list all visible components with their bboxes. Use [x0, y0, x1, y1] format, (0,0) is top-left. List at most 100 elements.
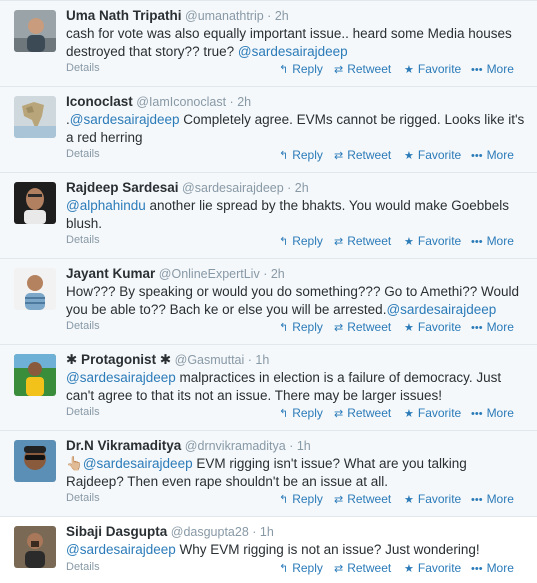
star-icon: ★: [404, 64, 414, 76]
tweet-header: Jayant Kumar @OnlineExpertLiv · 2h: [66, 266, 285, 281]
favorite-button[interactable]: ★ Favorite: [404, 62, 461, 76]
author-name[interactable]: Jayant Kumar: [66, 266, 155, 281]
tweet-item[interactable]: Sibaji Dasgupta @dasgupta28 · 1h @sardesa…: [0, 517, 537, 583]
avatar[interactable]: [14, 10, 56, 52]
mention-link[interactable]: @alphahindu: [66, 198, 146, 213]
reply-arrow-icon: ↰: [279, 408, 289, 420]
retweet-button[interactable]: ⇄ Retweet: [334, 492, 391, 506]
star-icon: ★: [404, 236, 414, 248]
author-username[interactable]: @drnvikramaditya: [185, 439, 286, 453]
author-username[interactable]: @dasgupta28: [171, 525, 249, 539]
favorite-button[interactable]: ★ Favorite: [404, 406, 461, 420]
retweet-button[interactable]: ⇄ Retweet: [334, 320, 391, 334]
author-name[interactable]: Sibaji Dasgupta: [66, 524, 167, 539]
details-link[interactable]: Details: [66, 234, 100, 246]
tweet-item[interactable]: ✱ Protagonist ✱ @Gasmuttai · 1h @sardesai…: [0, 345, 537, 431]
avatar[interactable]: [14, 268, 56, 310]
favorite-button[interactable]: ★ Favorite: [404, 320, 461, 334]
author-username[interactable]: @OnlineExpertLiv: [159, 267, 260, 281]
tweet-timestamp[interactable]: 2h: [295, 181, 309, 195]
tweet-footer: Details ↰ Reply ⇄ Retweet ★ Favorite ••• More: [0, 406, 537, 422]
retweet-button[interactable]: ⇄ Retweet: [334, 62, 391, 76]
tweet-timestamp[interactable]: 2h: [237, 95, 251, 109]
author-username[interactable]: @umanathtrip: [185, 9, 264, 23]
tweet-item[interactable]: Uma Nath Tripathi @umanathtrip · 2h cash …: [0, 1, 537, 87]
details-link[interactable]: Details: [66, 492, 100, 504]
tweet-footer: Details ↰ Reply ⇄ Retweet ★ Favorite ••• More: [0, 148, 537, 164]
more-button[interactable]: ••• More: [471, 148, 514, 162]
retweet-label: Retweet: [347, 561, 392, 575]
more-label: More: [486, 320, 514, 334]
reply-button[interactable]: ↰ Reply: [279, 406, 323, 420]
reply-button[interactable]: ↰ Reply: [279, 62, 323, 76]
avatar[interactable]: [14, 182, 56, 224]
retweet-arrows-icon: ⇄: [334, 322, 344, 334]
tweet-timestamp[interactable]: 1h: [260, 525, 274, 539]
favorite-label: Favorite: [417, 148, 462, 162]
author-username[interactable]: @sardesairajdeep: [182, 181, 284, 195]
details-link[interactable]: Details: [66, 148, 100, 160]
favorite-button[interactable]: ★ Favorite: [404, 561, 461, 575]
details-link[interactable]: Details: [66, 406, 100, 418]
tweet-timestamp[interactable]: 2h: [275, 9, 289, 23]
author-username[interactable]: @Gasmuttai: [175, 353, 245, 367]
avatar[interactable]: [14, 96, 56, 138]
reply-label: Reply: [292, 492, 323, 506]
tweet-timestamp[interactable]: 1h: [255, 353, 269, 367]
more-button[interactable]: ••• More: [471, 62, 514, 76]
reply-button[interactable]: ↰ Reply: [279, 561, 323, 575]
avatar[interactable]: [14, 354, 56, 396]
tweet-item[interactable]: Iconoclast @IamIconoclast · 2h .@sardesai…: [0, 87, 537, 173]
favorite-button[interactable]: ★ Favorite: [404, 234, 461, 248]
favorite-button[interactable]: ★ Favorite: [404, 492, 461, 506]
more-label: More: [486, 406, 514, 420]
mention-link[interactable]: @sardesairajdeep: [238, 44, 348, 59]
author-name[interactable]: Dr.N Vikramaditya: [66, 438, 181, 453]
reply-label: Reply: [292, 406, 323, 420]
tweet-text: 👆🏼@sardesairajdeep EVM rigging isn't iss…: [66, 455, 528, 490]
reply-button[interactable]: ↰ Reply: [279, 492, 323, 506]
details-link[interactable]: Details: [66, 320, 100, 332]
favorite-label: Favorite: [417, 234, 462, 248]
tweet-footer: Details ↰ Reply ⇄ Retweet ★ Favorite ••• More: [0, 492, 537, 508]
more-button[interactable]: ••• More: [471, 234, 514, 248]
reply-button[interactable]: ↰ Reply: [279, 234, 323, 248]
mention-link[interactable]: @sardesairajdeep: [66, 370, 176, 385]
reply-button[interactable]: ↰ Reply: [279, 148, 323, 162]
mention-link[interactable]: @sardesairajdeep: [70, 112, 180, 127]
header-separator: ·: [248, 525, 260, 539]
mention-link[interactable]: @sardesairajdeep: [83, 456, 193, 471]
retweet-button[interactable]: ⇄ Retweet: [334, 406, 391, 420]
favorite-label: Favorite: [417, 320, 462, 334]
more-button[interactable]: ••• More: [471, 561, 514, 575]
tweet-item[interactable]: Jayant Kumar @OnlineExpertLiv · 2h How???…: [0, 259, 537, 345]
star-icon: ★: [404, 322, 414, 334]
author-username[interactable]: @IamIconoclast: [136, 95, 226, 109]
retweet-button[interactable]: ⇄ Retweet: [334, 561, 391, 575]
retweet-label: Retweet: [347, 320, 392, 334]
tweet-timestamp[interactable]: 1h: [297, 439, 311, 453]
tweet-text-segment: Why EVM rigging is not an issue? Just wo…: [175, 542, 480, 557]
more-button[interactable]: ••• More: [471, 320, 514, 334]
details-link[interactable]: Details: [66, 561, 100, 573]
tweet-item[interactable]: Rajdeep Sardesai @sardesairajdeep · 2h @a…: [0, 173, 537, 259]
more-button[interactable]: ••• More: [471, 406, 514, 420]
mention-link[interactable]: @sardesairajdeep: [386, 302, 496, 317]
more-button[interactable]: ••• More: [471, 492, 514, 506]
author-name[interactable]: Iconoclast: [66, 94, 133, 109]
retweet-button[interactable]: ⇄ Retweet: [334, 234, 391, 248]
tweet-timestamp[interactable]: 2h: [271, 267, 285, 281]
mention-link[interactable]: @sardesairajdeep: [66, 542, 176, 557]
details-link[interactable]: Details: [66, 62, 100, 74]
ellipsis-icon: •••: [471, 563, 483, 575]
reply-button[interactable]: ↰ Reply: [279, 320, 323, 334]
author-name[interactable]: Uma Nath Tripathi: [66, 8, 182, 23]
favorite-button[interactable]: ★ Favorite: [404, 148, 461, 162]
retweet-button[interactable]: ⇄ Retweet: [334, 148, 391, 162]
tweet-item[interactable]: Dr.N Vikramaditya @drnvikramaditya · 1h 👆…: [0, 431, 537, 517]
author-name[interactable]: ✱ Protagonist ✱: [66, 352, 171, 367]
avatar[interactable]: [14, 440, 56, 482]
author-name[interactable]: Rajdeep Sardesai: [66, 180, 179, 195]
reply-arrow-icon: ↰: [279, 150, 289, 162]
retweet-arrows-icon: ⇄: [334, 494, 344, 506]
